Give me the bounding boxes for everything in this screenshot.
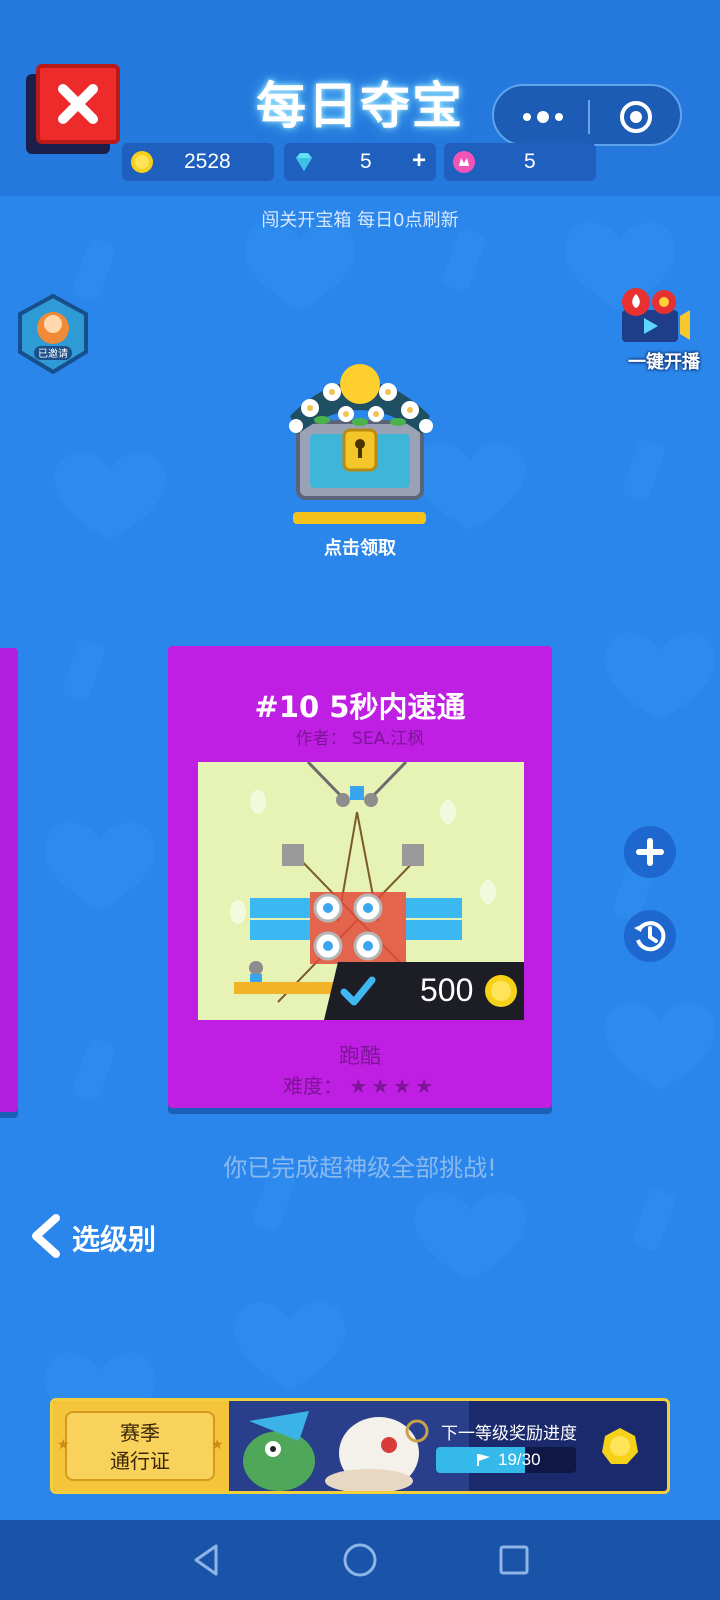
system-navigation-bar	[0, 1520, 720, 1600]
nav-home-button[interactable]	[340, 1540, 380, 1580]
coin-icon	[602, 1428, 638, 1464]
select-level-label: 选级别	[72, 1223, 157, 1256]
history-button[interactable]	[624, 910, 676, 962]
exit-target-icon[interactable]	[606, 98, 666, 136]
level-author: 作者： SEA.江枫	[295, 729, 425, 749]
level-preview-image: 500	[198, 762, 524, 1020]
history-clock-icon	[634, 921, 666, 952]
coin-icon	[131, 151, 153, 173]
gem-counter: 5 +	[284, 143, 436, 181]
reward-tag: 500	[324, 962, 524, 1020]
circle-home-icon	[343, 1543, 377, 1577]
level-difficulty: 难度： ★★★★	[168, 1070, 552, 1099]
invite-badge-label: 已邀请	[38, 347, 68, 360]
coin-icon	[485, 975, 517, 1007]
mini-program-capsule	[492, 84, 682, 146]
ticket-value: 5	[524, 150, 536, 173]
live-camera-icon	[622, 288, 690, 342]
reward-progress-track: 19/30	[436, 1447, 576, 1473]
season-pass-tag: 赛季 通行证 ★ ★	[53, 1401, 229, 1491]
treasure-chest-icon[interactable]	[280, 356, 440, 506]
diamond-icon	[296, 153, 312, 171]
plus-icon	[636, 838, 664, 866]
checkmark-icon	[340, 976, 376, 1006]
chevron-left-icon	[32, 1214, 60, 1258]
level-card[interactable]: #10 5秒内速通 作者： SEA.江枫 500 跑酷 难度： ★★★★	[168, 646, 552, 1108]
live-stream-button[interactable]: 一键开播	[618, 286, 708, 376]
star-icon: ★	[57, 1437, 70, 1453]
add-gems-button[interactable]: +	[412, 147, 426, 175]
previous-level-card[interactable]	[0, 648, 18, 1112]
nav-recents-button[interactable]	[494, 1540, 534, 1580]
coin-counter: 2528	[122, 143, 274, 181]
chest-progress-bar	[293, 512, 426, 524]
gem-value: 5	[360, 150, 372, 173]
flag-icon	[477, 1454, 490, 1466]
star-icon: ★	[211, 1437, 224, 1453]
reward-value: 500	[420, 972, 474, 1008]
reward-progress-text: 19/30	[498, 1450, 541, 1469]
coin-value: 2528	[184, 150, 231, 173]
ticket-counter: 5	[444, 143, 596, 181]
season-characters-art	[229, 1401, 469, 1491]
claim-label[interactable]: 点击领取	[0, 534, 720, 560]
difficulty-stars: ★★★★	[349, 1074, 438, 1098]
completion-message: 你已完成超神级全部挑战!	[223, 1154, 497, 1182]
more-menu-icon[interactable]	[508, 100, 578, 134]
live-stream-label: 一键开播	[628, 352, 700, 373]
season-pass-line1: 赛季	[120, 1421, 160, 1445]
refresh-hint: 闯关开宝箱 每日0点刷新	[261, 210, 459, 231]
level-title: #10 5秒内速通	[254, 690, 466, 724]
add-button[interactable]	[624, 826, 676, 878]
triangle-back-icon	[194, 1544, 218, 1576]
difficulty-label: 难度：	[282, 1074, 343, 1098]
level-category: 跑酷	[339, 1044, 381, 1068]
ticket-icon	[453, 151, 475, 173]
season-pass-line2: 通行证	[110, 1449, 170, 1473]
nav-back-button[interactable]	[186, 1540, 226, 1580]
select-level-button[interactable]: 选级别	[28, 1212, 188, 1260]
square-recents-icon	[499, 1545, 529, 1575]
next-reward-progress-title: 下一等级奖励进度	[441, 1424, 577, 1444]
capsule-divider	[588, 100, 590, 134]
season-pass-banner[interactable]: 赛季 通行证 ★ ★ 下一等级奖励进度 19/30	[50, 1398, 670, 1494]
invite-badge-icon[interactable]: 已邀请	[16, 294, 90, 374]
season-pass-frame: 赛季 通行证	[65, 1411, 215, 1481]
